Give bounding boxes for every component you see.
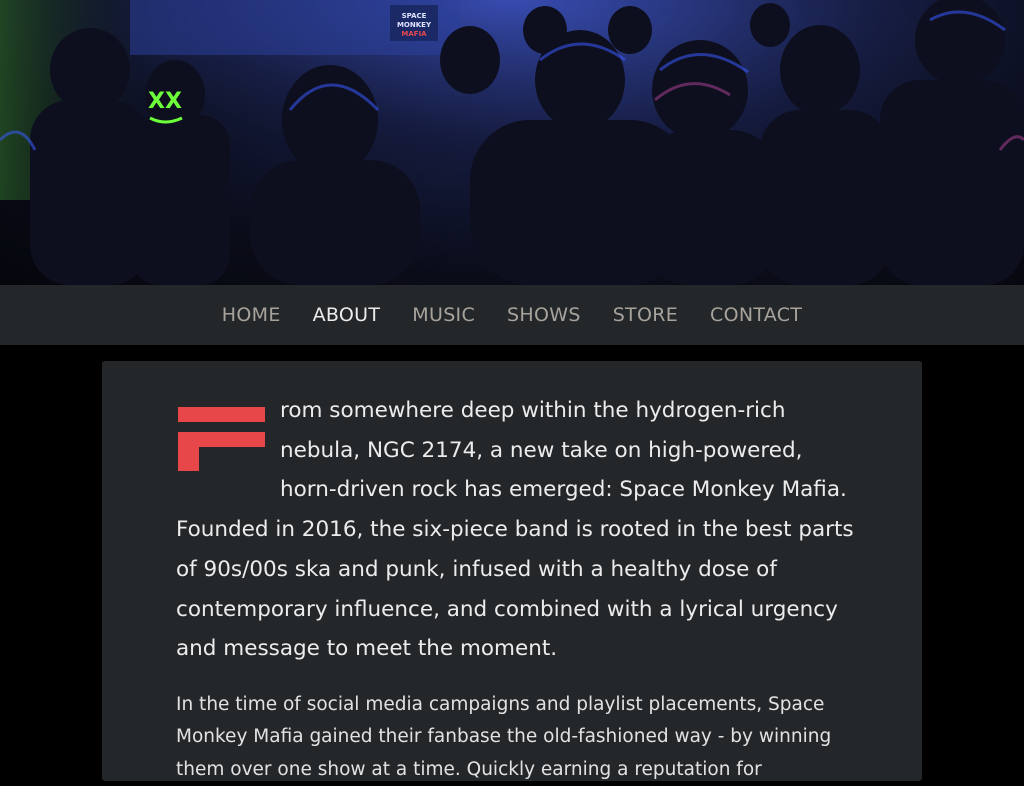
- nav-shows-link[interactable]: SHOWS: [491, 304, 597, 326]
- nav-about-link[interactable]: ABOUT: [297, 304, 397, 326]
- about-content: rom somewhere deep within the hydrogen-r…: [176, 391, 856, 786]
- main-nav: HOME ABOUT MUSIC SHOWS STORE CONTACT: [0, 285, 1024, 345]
- nav-music-link[interactable]: MUSIC: [396, 304, 491, 326]
- about-lead-paragraph: rom somewhere deep within the hydrogen-r…: [176, 391, 856, 669]
- hero-image: SPACE MONKEY MAFIA XX: [0, 0, 1024, 285]
- concert-crowd-image: SPACE MONKEY MAFIA XX: [0, 0, 1024, 285]
- svg-text:SPACE: SPACE: [402, 12, 427, 20]
- nav-home-link[interactable]: HOME: [206, 304, 297, 326]
- about-lead-text: rom somewhere deep within the hydrogen-r…: [176, 398, 854, 662]
- svg-text:MONKEY: MONKEY: [397, 21, 432, 29]
- nav-contact-link[interactable]: CONTACT: [694, 304, 818, 326]
- nav-store-link[interactable]: STORE: [597, 304, 694, 326]
- about-body-paragraph: In the time of social media campaigns an…: [176, 693, 832, 780]
- dropcap-f-letter: [176, 407, 266, 471]
- glowing-mask-icon: XX: [148, 89, 182, 114]
- about-card: rom somewhere deep within the hydrogen-r…: [102, 361, 922, 781]
- svg-text:MAFIA: MAFIA: [401, 30, 427, 38]
